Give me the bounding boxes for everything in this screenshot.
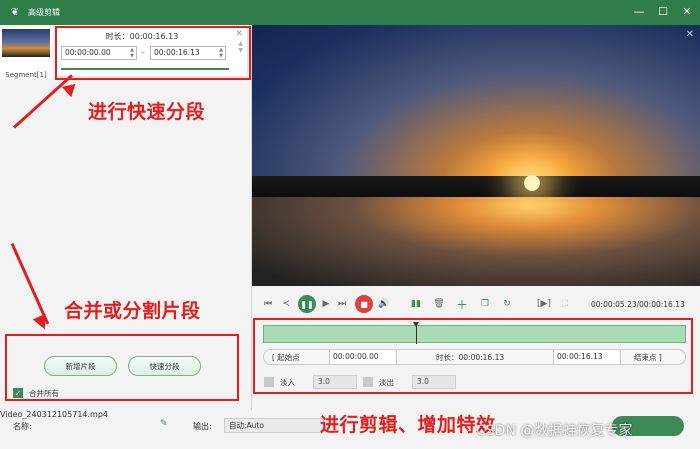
output-label: 输出:	[193, 422, 212, 431]
pause-icon[interactable]: ❚❚	[298, 295, 316, 313]
annotation-merge-split: 合并或分割片段	[64, 300, 201, 322]
step-back-icon[interactable]: ≺	[280, 296, 292, 312]
annotation-box-merge	[5, 334, 239, 401]
playback-timecode: 00:00:05.23/00:00:16.13	[591, 300, 685, 309]
window-title: 高级剪辑	[28, 8, 60, 17]
minimize-icon[interactable]: —	[632, 4, 646, 18]
reset-icon[interactable]: ↻	[500, 296, 514, 312]
skip-end-icon[interactable]: ⏭	[336, 296, 348, 312]
annotation-quick-segment: 进行快速分段	[88, 101, 206, 123]
mark-play-icon[interactable]: [▶]	[537, 296, 551, 312]
delete-icon[interactable]: 🗑	[432, 296, 446, 312]
edit-name-icon[interactable]: ✎	[160, 419, 168, 429]
split-icon[interactable]: ▮▮	[409, 296, 423, 312]
file-name: Video_240312105714.mp4	[0, 410, 108, 419]
video-preview[interactable]: ✕	[252, 25, 700, 286]
segment-thumbnail	[2, 29, 50, 57]
title-bar: ❦ 高级剪辑 — ☐ ✕	[0, 0, 700, 25]
watermark: CSDN @数据蛙恢复专家	[476, 423, 633, 439]
preview-sky	[252, 25, 700, 187]
segment-label: Segment[1]	[5, 71, 47, 79]
preview-water	[252, 197, 700, 286]
name-label: 名称:	[13, 422, 32, 431]
skip-start-icon[interactable]: ⏮	[262, 296, 274, 312]
add-icon[interactable]: ＋	[455, 296, 469, 312]
preview-sun	[524, 175, 540, 191]
stop-icon[interactable]: ■	[355, 295, 373, 313]
volume-icon[interactable]: 🔊	[377, 296, 391, 312]
annotation-box-edit	[253, 318, 693, 394]
segment-thumbnail-card[interactable]: Segment[1]	[0, 27, 52, 79]
close-icon[interactable]: ✕	[680, 4, 694, 18]
output-select[interactable]: 自动;Auto	[224, 418, 324, 433]
preview-close-icon[interactable]: ✕	[686, 29, 694, 40]
maximize-icon[interactable]: ☐	[656, 4, 670, 18]
annotation-edit-effects: 进行剪辑、增加特效	[320, 414, 496, 436]
step-forward-icon[interactable]: ▶	[320, 296, 332, 312]
annotation-box-segment	[55, 26, 251, 80]
fullscreen-icon[interactable]: ⛶	[558, 296, 572, 312]
copy-icon[interactable]: ❐	[478, 296, 492, 312]
app-logo-icon: ❦	[10, 7, 20, 18]
